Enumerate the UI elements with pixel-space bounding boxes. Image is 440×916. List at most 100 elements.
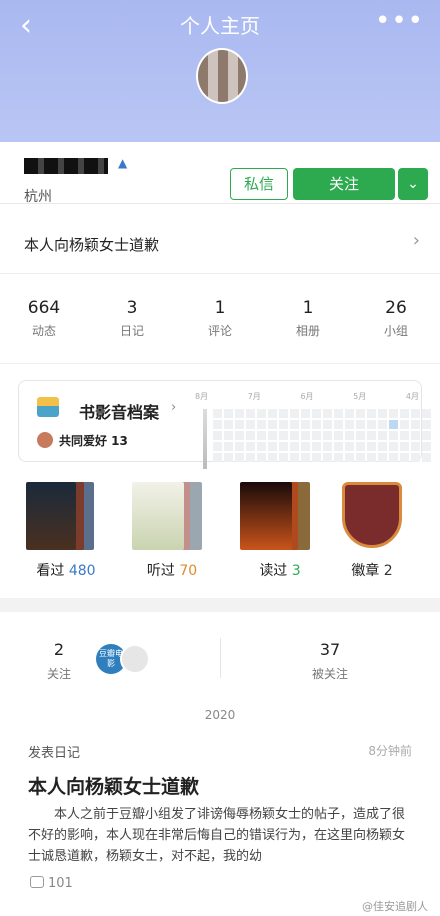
heatmap-cell [235, 442, 244, 451]
heatmap-cell [378, 409, 387, 418]
heatmap-cell [345, 442, 354, 451]
post-time: 8分钟前 [368, 744, 412, 758]
following-count: 2 [53, 640, 65, 659]
media-label: 徽章 2 [320, 560, 424, 580]
media-count: 70 [179, 563, 198, 579]
username-redacted [24, 158, 108, 174]
media-archive-card[interactable]: 书影音档案 › 共同爱好 13 8月 7月 6月 5月 4月 [18, 380, 431, 469]
heatmap-cell [268, 431, 277, 440]
heatmap-cell [235, 431, 244, 440]
heatmap-cell [422, 431, 431, 440]
more-options-button[interactable]: ••• [375, 6, 424, 36]
heatmap-cell [389, 409, 398, 418]
heatmap-cell [257, 453, 266, 462]
heatmap-cell [257, 409, 266, 418]
heatmap-cell [323, 409, 332, 418]
listened-item[interactable]: 听过 70 [120, 482, 224, 580]
heatmap-cell [345, 420, 354, 429]
heatmap-cell [334, 442, 343, 451]
vertical-divider [220, 638, 221, 678]
heatmap-cell [323, 453, 332, 462]
heatmap-cell [301, 431, 310, 440]
post-title[interactable]: 本人向杨颖女士道歉 [28, 772, 199, 799]
heatmap-cell [235, 453, 244, 462]
follow-dropdown-button[interactable]: ⌄ [398, 168, 428, 200]
heatmap-cell [389, 431, 398, 440]
heatmap-cell [367, 409, 376, 418]
stat-activities[interactable]: 664 动态 [0, 274, 88, 363]
message-button[interactable]: 私信 [230, 168, 288, 200]
heatmap-cell [323, 420, 332, 429]
heatmap-cell [279, 409, 288, 418]
heatmap-cell [400, 431, 409, 440]
heatmap-cell [323, 442, 332, 451]
heatmap-cell [356, 431, 365, 440]
stat-value: 3 [126, 298, 138, 318]
heatmap-cell [246, 409, 255, 418]
heatmap-cell [334, 453, 343, 462]
timeline-year: 2020 [204, 708, 236, 722]
profile-info-row: ▲ 杭州 私信 关注 ⌄ [0, 142, 440, 205]
heatmap-grid [213, 409, 431, 462]
stat-label: 评论 [207, 324, 232, 338]
heatmap-cell [411, 431, 420, 440]
stat-label: 动态 [31, 324, 56, 338]
heatmap-cell [389, 420, 398, 429]
watermark: @佳安追剧人 [362, 900, 428, 913]
heatmap-cell [312, 442, 321, 451]
heatmap-cell [323, 431, 332, 440]
heatmap-cell [389, 442, 398, 451]
cover [26, 482, 76, 550]
media-label: 看过 480 [14, 560, 118, 580]
person-icon: ▲ [118, 156, 128, 170]
bio-row[interactable]: 本人向杨颖女士道歉 › [0, 204, 440, 274]
heatmap-cell [367, 431, 376, 440]
stat-reviews[interactable]: 1 评论 [176, 274, 264, 363]
heatmap-cell [312, 409, 321, 418]
follow-button[interactable]: 关注 [293, 168, 395, 200]
heatmap-cell [378, 420, 387, 429]
archive-icon [37, 397, 59, 417]
heatmap-cell [257, 431, 266, 440]
heatmap-cell [367, 420, 376, 429]
heatmap-cell [400, 453, 409, 462]
heatmap-cell [279, 420, 288, 429]
media-verb: 徽章 [351, 563, 380, 579]
archive-title: 书影音档案 [79, 403, 160, 422]
heatmap-cell [301, 442, 310, 451]
heatmap-cell [290, 420, 299, 429]
heatmap-cell [356, 453, 365, 462]
stat-albums[interactable]: 1 相册 [264, 274, 352, 363]
heatmap-cell [246, 453, 255, 462]
media-verb: 听过 [146, 563, 175, 579]
heatmap-cell [301, 420, 310, 429]
heatmap-cell [422, 420, 431, 429]
heatmap-cell [213, 431, 222, 440]
heatmap-cell [279, 453, 288, 462]
read-item[interactable]: 读过 3 [228, 482, 332, 580]
stat-diaries[interactable]: 3 日记 [88, 274, 176, 363]
heatmap-cell [367, 453, 376, 462]
stat-value: 1 [302, 298, 314, 318]
heatmap-cell [356, 420, 365, 429]
stat-groups[interactable]: 26 小组 [352, 274, 440, 363]
cover [240, 482, 292, 550]
heatmap-cell [345, 431, 354, 440]
heatmap-cell [334, 431, 343, 440]
following-stat[interactable]: 2 关注 [44, 640, 74, 682]
heatmap-cell [389, 453, 398, 462]
comments-button[interactable]: 101 [30, 876, 73, 891]
followers-stat[interactable]: 37 被关注 [300, 640, 360, 682]
heatmap-cell [224, 453, 233, 462]
post-body[interactable]: 本人之前于豆瓣小组发了诽谤侮辱杨颖女士的帖子，造成了很不好的影响，本人现在非常后… [28, 804, 412, 867]
activity-heatmap [195, 395, 431, 469]
watched-item[interactable]: 看过 480 [14, 482, 118, 580]
heatmap-cell [224, 409, 233, 418]
chevron-down-icon: ⌄ [407, 176, 419, 192]
avatar[interactable] [196, 48, 248, 104]
heatmap-cell [213, 453, 222, 462]
heatmap-cell [213, 409, 222, 418]
comment-count: 101 [48, 876, 73, 891]
badges-item[interactable]: 徽章 2 [320, 482, 424, 580]
profile-header: ‹ 个人主页 ••• [0, 0, 440, 142]
